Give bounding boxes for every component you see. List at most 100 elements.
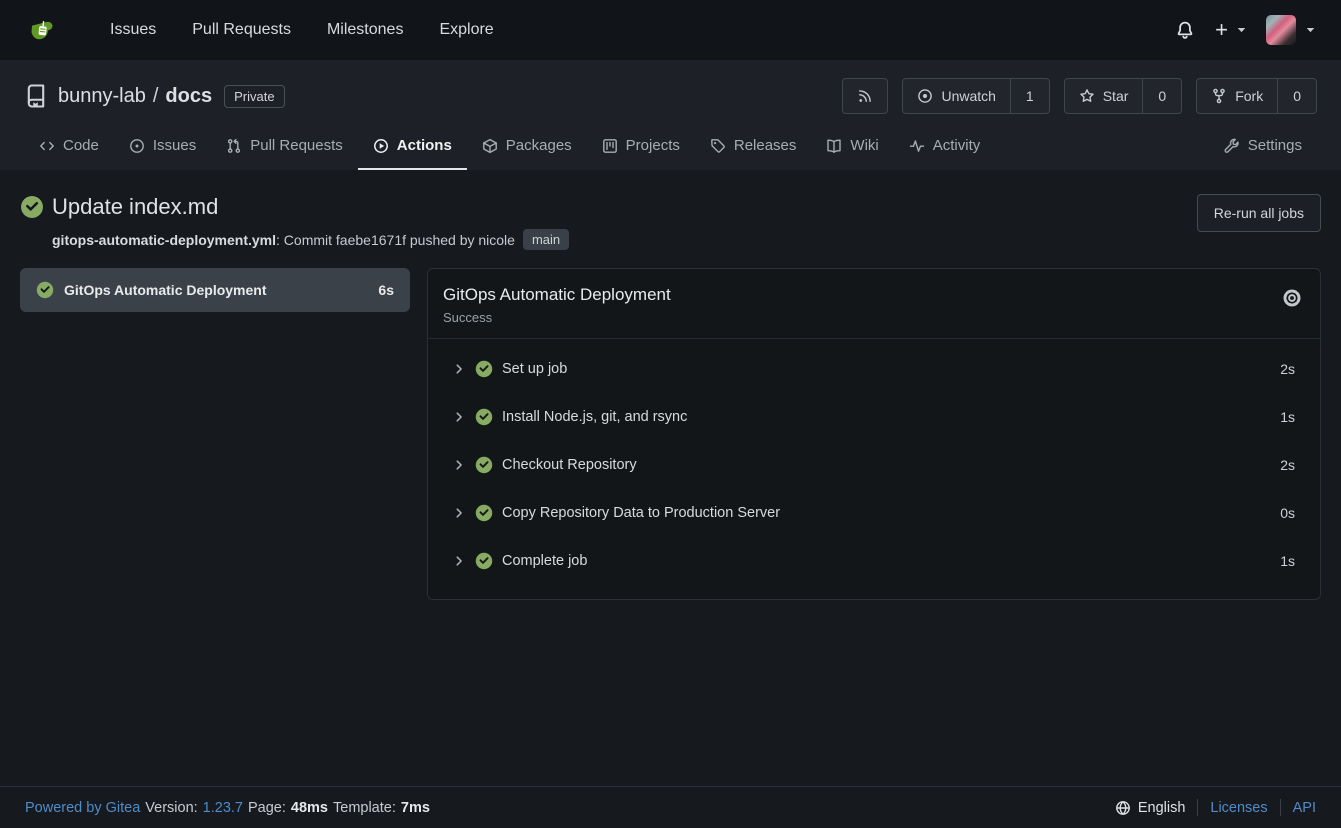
api-link[interactable]: API — [1293, 800, 1316, 816]
licenses-link[interactable]: Licenses — [1210, 800, 1267, 816]
template-time-value: 7ms — [401, 800, 430, 816]
chevron-right-icon[interactable] — [452, 506, 466, 520]
tab-label: Wiki — [850, 137, 878, 154]
job-list: GitOps Automatic Deployment 6s — [20, 268, 410, 312]
tab-projects[interactable]: Projects — [587, 124, 695, 170]
forks-count[interactable]: 0 — [1277, 79, 1316, 113]
chevron-right-icon[interactable] — [452, 554, 466, 568]
eye-icon — [917, 88, 933, 104]
step-status-success-icon — [475, 552, 493, 570]
chevron-right-icon[interactable] — [452, 410, 466, 424]
star-button-group: Star 0 — [1064, 78, 1182, 114]
stars-count[interactable]: 0 — [1142, 79, 1181, 113]
repo-name-link[interactable]: docs — [165, 85, 212, 108]
star-button[interactable]: Star — [1065, 79, 1143, 113]
tab-pull-requests[interactable]: Pull Requests — [211, 124, 358, 170]
unwatch-button[interactable]: Unwatch — [903, 79, 1009, 113]
navbar-item-issues[interactable]: Issues — [92, 13, 174, 47]
tab-settings[interactable]: Settings — [1209, 124, 1317, 170]
step-status-success-icon — [475, 504, 493, 522]
tab-activity[interactable]: Activity — [894, 124, 996, 170]
step-name: Set up job — [502, 361, 567, 377]
job-duration: 6s — [378, 282, 394, 298]
step-complete-job[interactable]: Complete job 1s — [428, 537, 1320, 585]
step-status-success-icon — [475, 408, 493, 426]
commit-info: : Commit faebe1671f pushed by nicole — [276, 232, 515, 248]
top-navbar: IssuesPull RequestsMilestonesExplore + — [0, 0, 1341, 60]
step-duration: 1s — [1280, 409, 1295, 425]
branch-badge[interactable]: main — [523, 229, 569, 250]
tab-code[interactable]: Code — [24, 124, 114, 170]
navbar-right: + — [1175, 15, 1315, 45]
tab-label: Activity — [933, 137, 981, 154]
language-selector[interactable]: English — [1115, 800, 1186, 816]
chevron-down-icon — [1237, 27, 1246, 33]
fork-button[interactable]: Fork — [1197, 79, 1277, 113]
page-time-label: Page: — [248, 800, 286, 816]
run-subtitle: gitops-automatic-deployment.yml: Commit … — [52, 229, 569, 250]
job-item-gitops-automatic-deployment[interactable]: GitOps Automatic Deployment 6s — [20, 268, 410, 312]
job-detail-title: GitOps Automatic Deployment — [443, 285, 1302, 305]
tab-packages[interactable]: Packages — [467, 124, 587, 170]
tab-releases[interactable]: Releases — [695, 124, 812, 170]
divider — [1197, 799, 1198, 816]
rss-button[interactable] — [842, 78, 888, 114]
private-badge: Private — [224, 85, 284, 108]
navbar-item-explore[interactable]: Explore — [421, 13, 511, 47]
repo-title: bunny-lab / docs — [58, 85, 212, 108]
powered-by-gitea-link[interactable]: Powered by Gitea — [25, 800, 140, 816]
chevron-right-icon[interactable] — [452, 362, 466, 376]
tab-actions[interactable]: Actions — [358, 124, 467, 170]
tab-label: Pull Requests — [250, 137, 343, 154]
tab-label: Actions — [397, 137, 452, 154]
globe-icon — [1115, 800, 1131, 816]
user-menu[interactable] — [1266, 15, 1315, 45]
version-label: Version: — [145, 800, 197, 816]
avatar[interactable] — [1266, 15, 1296, 45]
create-new-button[interactable]: + — [1215, 19, 1246, 41]
divider — [1280, 799, 1281, 816]
star-icon — [1079, 88, 1095, 104]
repo-tabs: Code Issues Pull Requests Actions Packages Pr… — [24, 124, 1317, 170]
step-name: Install Node.js, git, and rsync — [502, 409, 687, 425]
tab-label: Projects — [626, 137, 680, 154]
watchers-count[interactable]: 1 — [1010, 79, 1049, 113]
fork-button-group: Fork 0 — [1196, 78, 1317, 114]
step-set-up-job[interactable]: Set up job 2s — [428, 345, 1320, 393]
step-duration: 2s — [1280, 457, 1295, 473]
repo-header: bunny-lab / docs Private Unwatch 1 Star — [0, 60, 1341, 170]
repo-separator: / — [153, 85, 159, 108]
repo-book-icon — [24, 84, 48, 108]
repo-action-buttons: Unwatch 1 Star 0 Fork 0 — [842, 78, 1317, 114]
step-install-node-js-git-and-rsync[interactable]: Install Node.js, git, and rsync 1s — [428, 393, 1320, 441]
chevron-right-icon[interactable] — [452, 458, 466, 472]
step-status-success-icon — [475, 360, 493, 378]
run-status-success-icon — [20, 195, 44, 219]
version-link[interactable]: 1.23.7 — [203, 800, 243, 816]
run-header: Update index.md gitops-automatic-deploym… — [20, 194, 569, 250]
tab-label: Code — [63, 137, 99, 154]
navbar-item-pull-requests[interactable]: Pull Requests — [174, 13, 309, 47]
gitea-logo-icon[interactable] — [26, 13, 60, 47]
repo-owner-link[interactable]: bunny-lab — [58, 85, 146, 108]
tab-issues[interactable]: Issues — [114, 124, 211, 170]
step-copy-repository-data-to-production-server[interactable]: Copy Repository Data to Production Serve… — [428, 489, 1320, 537]
run-title: Update index.md — [52, 194, 218, 220]
gear-icon[interactable] — [1281, 287, 1303, 309]
rerun-all-jobs-button[interactable]: Re-run all jobs — [1197, 194, 1321, 232]
workflow-file-link[interactable]: gitops-automatic-deployment.yml — [52, 232, 276, 248]
tab-label: Settings — [1248, 137, 1302, 154]
footer: Powered by Gitea Version: 1.23.7 Page: 4… — [0, 786, 1341, 828]
notifications-bell-icon[interactable] — [1175, 19, 1195, 41]
page-time-value: 48ms — [291, 800, 328, 816]
step-duration: 0s — [1280, 505, 1295, 521]
project-icon — [602, 138, 618, 154]
step-list: Set up job 2s Install Node.js, git, and … — [428, 339, 1320, 599]
step-checkout-repository[interactable]: Checkout Repository 2s — [428, 441, 1320, 489]
step-status-success-icon — [475, 456, 493, 474]
navbar-item-milestones[interactable]: Milestones — [309, 13, 421, 47]
tab-label: Issues — [153, 137, 196, 154]
step-duration: 1s — [1280, 553, 1295, 569]
tab-wiki[interactable]: Wiki — [811, 124, 893, 170]
chevron-down-icon — [1306, 27, 1315, 33]
